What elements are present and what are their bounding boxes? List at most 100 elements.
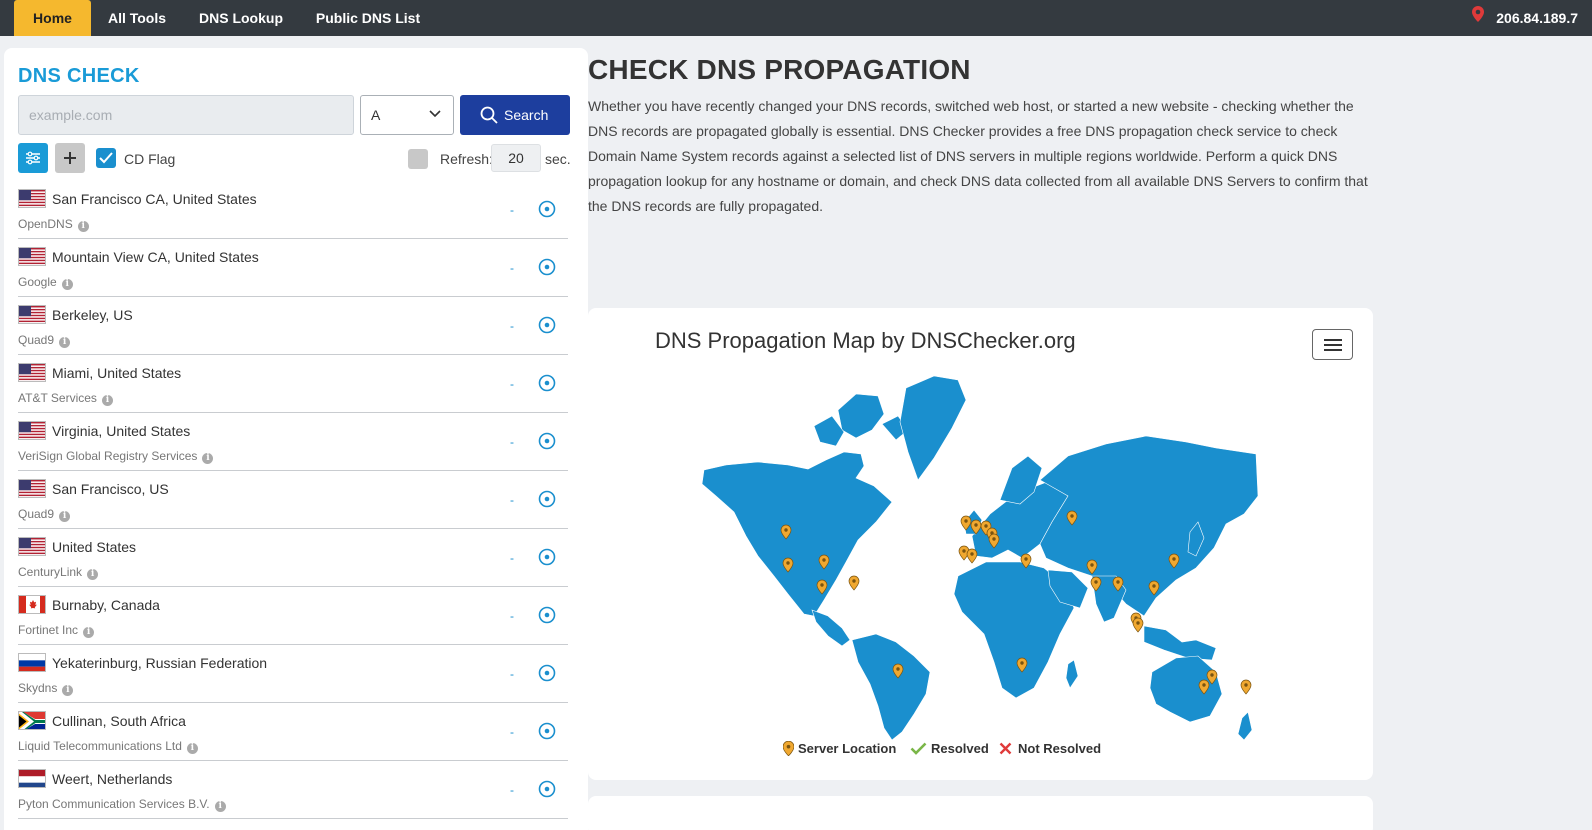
locate-icon[interactable]: [538, 606, 556, 624]
locate-icon[interactable]: [538, 722, 556, 740]
locate-icon[interactable]: [538, 780, 556, 798]
provider-name: Pyton Communication Services B.V.: [18, 797, 210, 811]
server-location: Mountain View CA, United States: [52, 249, 259, 265]
search-button[interactable]: Search: [460, 95, 570, 135]
server-result: -: [510, 261, 514, 275]
flag-us-icon: [18, 363, 46, 382]
provider-name: Google: [18, 275, 57, 289]
server-marker[interactable]: [1132, 617, 1144, 633]
server-provider: OpenDNS i: [18, 217, 89, 232]
land-shape: [811, 609, 851, 647]
flag-us-icon: [18, 247, 46, 266]
server-provider: VeriSign Global Registry Services i: [18, 449, 214, 464]
server-provider: Liquid Telecommunications Ltd i: [18, 739, 198, 754]
locate-icon[interactable]: [538, 316, 556, 334]
world-map[interactable]: [696, 372, 1261, 742]
provider-name: AT&T Services: [18, 391, 97, 405]
server-result: -: [510, 435, 514, 449]
ip-display: 206.84.189.7: [1472, 0, 1578, 36]
info-icon[interactable]: i: [186, 743, 198, 754]
provider-name: Quad9: [18, 333, 55, 347]
dns-check-title: DNS CHECK: [18, 65, 140, 87]
server-row: San Francisco CA, United States OpenDNS i -: [18, 181, 568, 239]
server-result: -: [510, 319, 514, 333]
server-location: Miami, United States: [52, 365, 182, 381]
flag-us-icon: [18, 479, 46, 498]
nav-dns-lookup[interactable]: DNS Lookup: [189, 0, 293, 36]
locate-icon[interactable]: [538, 432, 556, 450]
provider-name: Liquid Telecommunications Ltd: [18, 739, 182, 753]
locate-icon[interactable]: [538, 258, 556, 276]
locate-icon[interactable]: [538, 200, 556, 218]
info-icon[interactable]: i: [83, 627, 95, 638]
server-marker[interactable]: [966, 548, 978, 564]
info-icon[interactable]: i: [77, 221, 89, 232]
domain-input[interactable]: [18, 95, 354, 135]
provider-name: Skydns: [18, 681, 58, 695]
server-marker[interactable]: [848, 575, 860, 591]
map-menu-button[interactable]: [1312, 329, 1353, 360]
location-pin-icon: [1472, 0, 1485, 36]
info-icon[interactable]: i: [62, 685, 74, 696]
refresh-interval-input[interactable]: [491, 144, 541, 172]
info-icon[interactable]: i: [59, 511, 71, 522]
nav-all-tools[interactable]: All Tools: [98, 0, 176, 36]
provider-name: CenturyLink: [18, 565, 83, 579]
server-provider: Google i: [18, 275, 73, 290]
info-icon[interactable]: i: [87, 569, 99, 580]
legend-server-location-label: Server Location: [798, 741, 897, 756]
server-result: -: [510, 783, 514, 797]
locate-icon[interactable]: [538, 664, 556, 682]
top-navbar: Home All Tools DNS Lookup Public DNS Lis…: [0, 0, 1592, 36]
hamburger-icon: [1324, 339, 1342, 341]
server-location: San Francisco CA, United States: [52, 191, 257, 207]
flag-us-icon: [18, 305, 46, 324]
server-result: -: [510, 725, 514, 739]
nav-home[interactable]: Home: [14, 0, 91, 36]
flag-us-icon: [18, 421, 46, 440]
refresh-checkbox[interactable]: [408, 149, 428, 169]
record-type-value: A: [371, 107, 381, 123]
info-icon[interactable]: i: [214, 801, 226, 812]
add-server-button[interactable]: [55, 143, 85, 173]
provider-name: Quad9: [18, 507, 55, 521]
results-card: [588, 796, 1373, 830]
filter-settings-button[interactable]: [18, 143, 48, 173]
server-row: San Francisco, US Quad9 i -: [18, 471, 568, 529]
flag-us-icon: [18, 189, 46, 208]
server-location: Burnaby, Canada: [52, 597, 160, 613]
server-row: Burnaby, Canada Fortinet Inc i -: [18, 587, 568, 645]
cd-flag-checkbox[interactable]: [96, 148, 116, 168]
info-icon[interactable]: i: [59, 337, 71, 348]
land-shape: [813, 415, 845, 447]
server-row: Weert, Netherlands Pyton Communication Se…: [18, 761, 568, 819]
server-marker[interactable]: [1240, 679, 1252, 695]
server-provider: Quad9 i: [18, 333, 71, 348]
info-icon[interactable]: i: [202, 453, 214, 464]
checkmark-icon: [910, 742, 927, 755]
flag-za-icon: [18, 711, 46, 730]
land-shape: [1237, 711, 1253, 741]
locate-icon[interactable]: [538, 490, 556, 508]
server-location: United States: [52, 539, 137, 555]
info-icon[interactable]: i: [101, 395, 113, 406]
server-result: -: [510, 377, 514, 391]
server-provider: CenturyLink i: [18, 565, 99, 580]
info-icon[interactable]: i: [61, 279, 73, 290]
refresh-label: Refresh:: [440, 151, 493, 167]
flag-nl-icon: [18, 769, 46, 788]
land-shape: [1065, 659, 1079, 689]
locate-icon[interactable]: [538, 374, 556, 392]
dns-check-panel: DNS CHECK A Search CD Flag Refresh: sec.…: [4, 48, 588, 830]
provider-name: Fortinet Inc: [18, 623, 79, 637]
page-title: CHECK DNS PROPAGATION: [588, 54, 971, 85]
nav-public-dns-list[interactable]: Public DNS List: [306, 0, 430, 36]
server-location: Yekaterinburg, Russian Federation: [52, 655, 268, 671]
record-type-select[interactable]: A: [360, 95, 454, 135]
server-provider: Skydns i: [18, 681, 74, 696]
locate-icon[interactable]: [538, 548, 556, 566]
flag-ru-icon: [18, 653, 46, 672]
land-shape: [837, 393, 885, 439]
server-provider: AT&T Services i: [18, 391, 113, 406]
land-shape: [851, 633, 931, 741]
